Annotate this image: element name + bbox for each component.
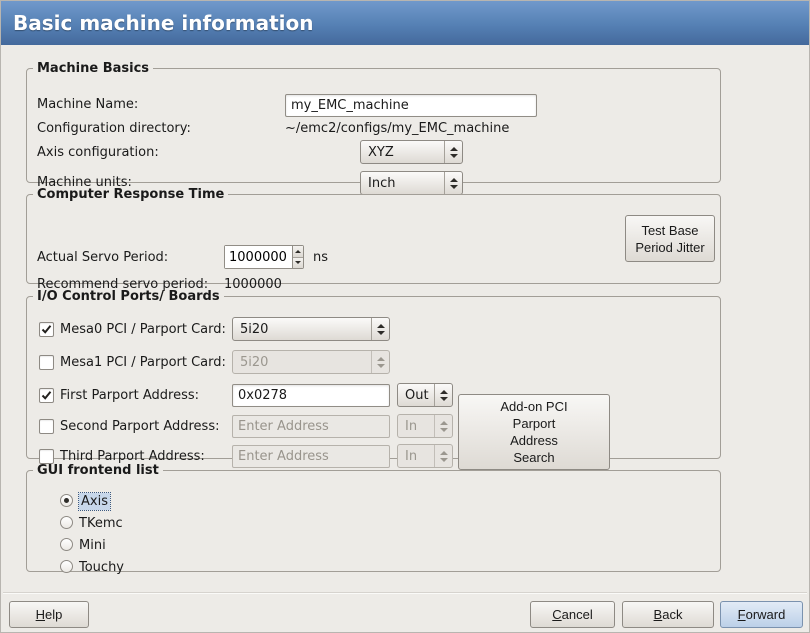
forward-button-label: orward	[746, 607, 786, 622]
forward-button-accel: F	[738, 607, 746, 622]
combo-arrows-icon	[434, 384, 452, 406]
second-parport-direction-combo: In	[397, 414, 453, 438]
servo-period-input[interactable]	[225, 246, 292, 268]
mesa0-checkbox[interactable]	[39, 322, 54, 337]
config-directory-label: Configuration directory:	[37, 120, 191, 137]
combo-arrows-icon	[371, 351, 389, 373]
cancel-button-label: ancel	[562, 607, 593, 622]
mesa1-card-combo: 5i20	[232, 350, 390, 374]
back-button[interactable]: Back	[622, 601, 714, 628]
cancel-button[interactable]: Cancel	[530, 601, 615, 628]
help-button-accel: H	[36, 607, 45, 622]
spin-up-icon	[295, 250, 301, 253]
combo-arrows-icon	[434, 415, 452, 437]
second-parport-label[interactable]: Second Parport Address:	[60, 418, 219, 435]
first-parport-checkbox[interactable]	[39, 388, 54, 403]
help-button[interactable]: Help	[9, 601, 89, 628]
axis-configuration-label: Axis configuration:	[37, 144, 159, 161]
second-parport-address-input	[232, 415, 390, 438]
radio-axis[interactable]	[60, 494, 73, 507]
titlebar: Basic machine information	[1, 1, 809, 45]
radio-touchy-label[interactable]: Touchy	[79, 559, 124, 576]
axis-configuration-value: XYZ	[361, 141, 444, 163]
help-button-label: elp	[45, 607, 62, 622]
mesa1-label[interactable]: Mesa1 PCI / Parport Card:	[60, 354, 226, 371]
first-parport-label[interactable]: First Parport Address:	[60, 387, 199, 404]
radio-axis-label[interactable]: Axis	[79, 493, 110, 510]
servo-period-unit: ns	[313, 249, 328, 266]
second-parport-direction-value: In	[398, 415, 434, 437]
gui-frontend-section: GUI frontend list Axis TKemc Mini Touchy	[26, 463, 721, 572]
check-icon	[41, 390, 52, 401]
mesa0-card-combo[interactable]: 5i20	[232, 317, 390, 341]
response-time-legend: Computer Response Time	[33, 187, 228, 202]
spin-up-button[interactable]	[293, 246, 303, 257]
machine-basics-legend: Machine Basics	[33, 61, 153, 76]
spin-buttons	[292, 246, 303, 268]
mesa0-card-value: 5i20	[233, 318, 371, 340]
first-parport-direction-combo[interactable]: Out	[397, 383, 453, 407]
first-parport-address-input[interactable]	[232, 384, 390, 407]
radio-mini-label[interactable]: Mini	[79, 537, 106, 554]
mesa1-card-value: 5i20	[233, 351, 371, 373]
mesa0-label[interactable]: Mesa0 PCI / Parport Card:	[60, 321, 226, 338]
third-parport-checkbox[interactable]	[39, 449, 54, 464]
machine-name-input[interactable]	[285, 94, 537, 117]
response-time-section: Computer Response Time Test Base Period …	[26, 187, 721, 284]
radio-mini[interactable]	[60, 538, 73, 551]
back-button-label: ack	[662, 607, 682, 622]
config-directory-value: ~/emc2/configs/my_EMC_machine	[285, 120, 509, 137]
io-ports-legend: I/O Control Ports/ Boards	[33, 289, 224, 304]
radio-tkemc[interactable]	[60, 516, 73, 529]
combo-arrows-icon	[371, 318, 389, 340]
spin-down-button[interactable]	[293, 257, 303, 269]
machine-basics-section: Machine Basics Machine Name: Configurati…	[26, 61, 721, 183]
radio-touchy[interactable]	[60, 560, 73, 573]
machine-name-label: Machine Name:	[37, 96, 138, 113]
wizard-window: Basic machine information Machine Basics…	[0, 0, 810, 633]
addon-pci-parport-search-button[interactable]: Add-on PCI Parport Address Search	[458, 394, 610, 470]
page-title: Basic machine information	[13, 11, 314, 35]
mesa1-checkbox[interactable]	[39, 355, 54, 370]
first-parport-direction-value: Out	[398, 384, 434, 406]
test-base-period-jitter-button[interactable]: Test Base Period Jitter	[625, 215, 715, 262]
footer-separator	[3, 592, 807, 594]
gui-frontend-legend: GUI frontend list	[33, 463, 163, 478]
servo-period-spinner	[224, 245, 304, 269]
io-ports-section: I/O Control Ports/ Boards Mesa0 PCI / Pa…	[26, 289, 721, 459]
servo-period-label: Actual Servo Period:	[37, 249, 168, 266]
spin-down-icon	[295, 261, 301, 264]
second-parport-checkbox[interactable]	[39, 419, 54, 434]
forward-button[interactable]: Forward	[720, 601, 803, 628]
check-icon	[41, 324, 52, 335]
combo-arrows-icon	[444, 141, 462, 163]
radio-tkemc-label[interactable]: TKemc	[79, 515, 123, 532]
back-button-accel: B	[654, 607, 663, 622]
cancel-button-accel: C	[552, 607, 561, 622]
axis-configuration-combo[interactable]: XYZ	[360, 140, 463, 164]
